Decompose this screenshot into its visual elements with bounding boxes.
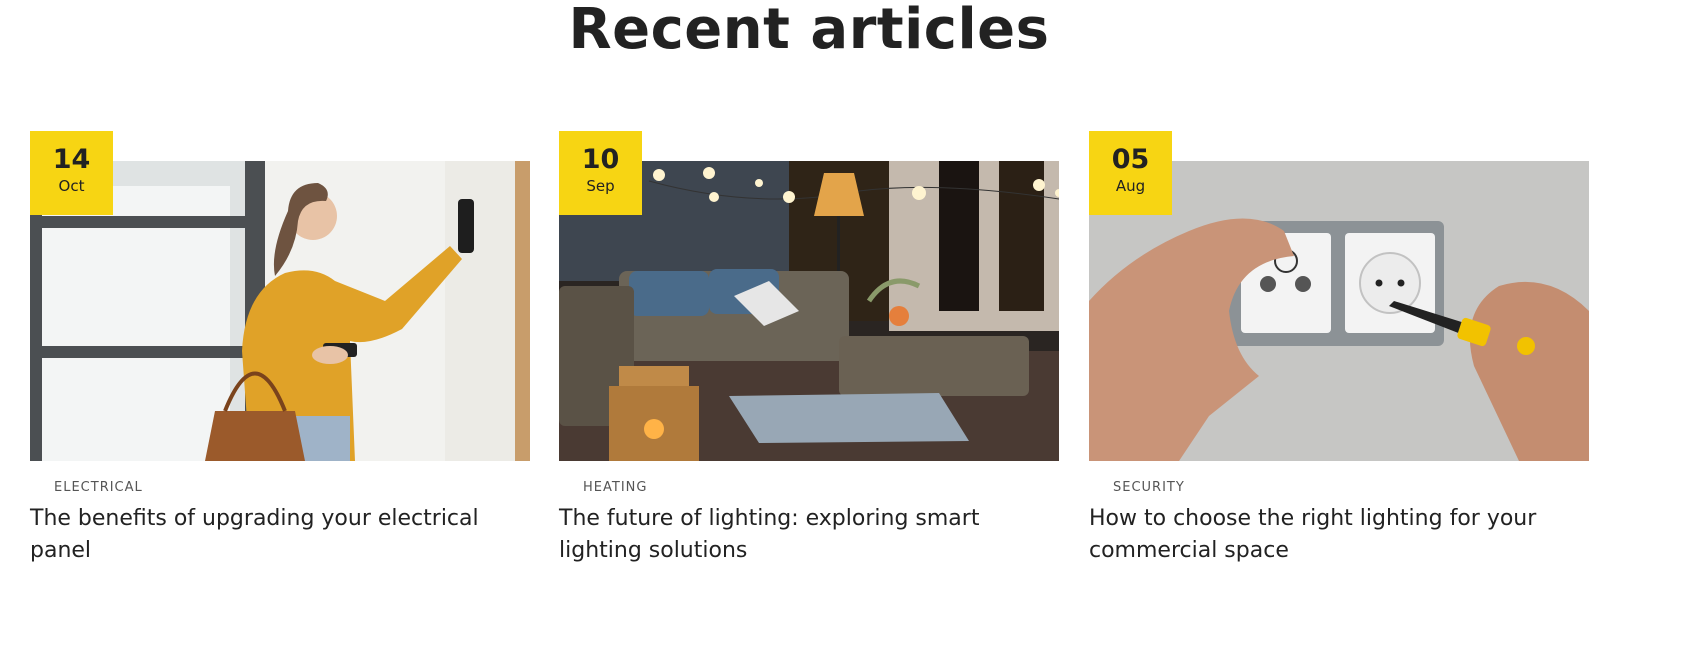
date-month: Oct bbox=[58, 177, 85, 195]
date-month: Sep bbox=[586, 177, 615, 195]
article-category[interactable]: SECURITY bbox=[1113, 480, 1185, 495]
article-title[interactable]: How to choose the right lighting for you… bbox=[1089, 503, 1584, 567]
date-badge: 14 Oct bbox=[30, 131, 113, 215]
article-title[interactable]: The future of lighting: exploring smart … bbox=[559, 503, 1054, 567]
date-badge: 10 Sep bbox=[559, 131, 642, 215]
article-title[interactable]: The benefits of upgrading your electrica… bbox=[30, 503, 525, 567]
date-badge: 05 Aug bbox=[1089, 131, 1172, 215]
article-category[interactable]: ELECTRICAL bbox=[54, 480, 143, 495]
date-day: 14 bbox=[52, 144, 91, 175]
date-day: 05 bbox=[1111, 144, 1150, 175]
article-category[interactable]: HEATING bbox=[583, 480, 647, 495]
section-title: Recent articles bbox=[568, 0, 1050, 62]
date-month: Aug bbox=[1115, 177, 1146, 195]
date-day: 10 bbox=[581, 144, 620, 175]
